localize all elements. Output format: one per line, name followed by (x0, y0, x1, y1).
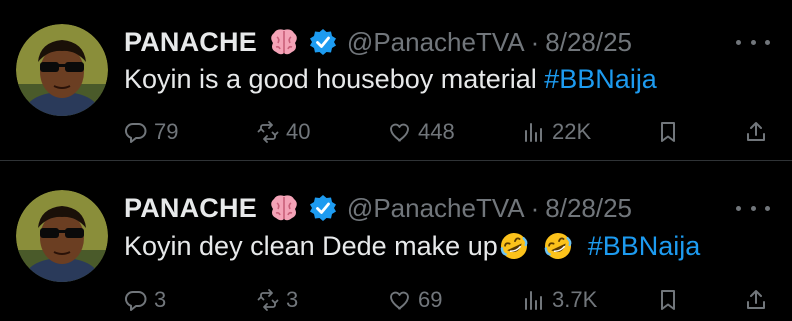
views-icon (525, 123, 542, 142)
like-button[interactable]: 448 (388, 114, 455, 150)
brain-emoji (267, 27, 301, 57)
tweet-date[interactable]: 8/28/25 (545, 27, 632, 58)
avatar[interactable] (16, 24, 108, 116)
more-icon[interactable] (736, 198, 770, 218)
hashtag-link[interactable]: #BBNaija (544, 64, 657, 95)
repost-icon (257, 289, 279, 311)
bookmark-button[interactable] (656, 114, 680, 150)
like-icon (390, 123, 409, 142)
repost-button[interactable]: 3 (256, 282, 298, 318)
reply-count: 79 (154, 119, 179, 144)
views-button[interactable]: 3.7K (522, 282, 597, 318)
tweet-text: Koyin dey clean Dede make up #BBNaija (124, 230, 700, 262)
reply-button[interactable]: 79 (124, 114, 178, 150)
bookmark-button[interactable] (656, 282, 680, 318)
verified-badge-icon[interactable] (309, 28, 337, 56)
display-name[interactable]: PANACHE (124, 193, 257, 224)
brain-emoji (267, 193, 301, 223)
views-count: 22K (552, 119, 592, 144)
tweet-actions: 79 40 448 22K (124, 114, 774, 150)
repost-icon (257, 121, 279, 143)
avatar[interactable] (16, 190, 108, 282)
share-button[interactable] (744, 282, 768, 318)
reply-button[interactable]: 3 (124, 282, 166, 318)
share-button[interactable] (744, 114, 768, 150)
reply-icon (125, 123, 147, 143)
tweet-header: PANACHE @PanacheTVA · 8/28/25 (124, 188, 632, 228)
separator: · (530, 26, 540, 57)
views-count: 3.7K (552, 287, 598, 312)
verified-badge-icon[interactable] (309, 194, 337, 222)
views-button[interactable]: 22K (522, 114, 591, 150)
rolling-laughing-emoji (542, 230, 574, 262)
tweet-text: Koyin is a good houseboy material #BBNai… (124, 64, 657, 95)
tweet-actions: 3 3 69 3.7K (124, 282, 774, 318)
tweet[interactable]: PANACHE @PanacheTVA · 8/28/25 Koyin is a… (0, 0, 792, 160)
hashtag-link[interactable]: #BBNaija (588, 231, 701, 262)
like-count: 69 (418, 287, 443, 312)
like-button[interactable]: 69 (388, 282, 442, 318)
tweet-header: PANACHE @PanacheTVA · 8/28/25 (124, 22, 632, 62)
repost-count: 3 (286, 287, 299, 312)
like-count: 448 (418, 119, 455, 144)
reply-icon (125, 291, 147, 311)
more-icon[interactable] (736, 32, 770, 52)
share-icon (747, 122, 765, 141)
tweet-date[interactable]: 8/28/25 (545, 193, 632, 224)
rolling-laughing-emoji (498, 230, 530, 262)
user-handle[interactable]: @PanacheTVA (347, 27, 525, 58)
tweet-body: Koyin is a good houseboy material (124, 64, 545, 94)
views-icon (525, 291, 542, 310)
separator: · (530, 192, 540, 223)
reply-count: 3 (154, 287, 167, 312)
tweet[interactable]: PANACHE @PanacheTVA · 8/28/25 Koyin dey … (0, 160, 792, 320)
bookmark-icon (661, 290, 675, 310)
display-name[interactable]: PANACHE (124, 27, 257, 58)
user-handle[interactable]: @PanacheTVA (347, 193, 525, 224)
repost-button[interactable]: 40 (256, 114, 310, 150)
like-icon (390, 291, 409, 310)
bookmark-icon (661, 122, 675, 142)
repost-count: 40 (286, 119, 311, 144)
share-icon (747, 290, 765, 309)
tweet-body: Koyin dey clean Dede make up (124, 230, 498, 261)
